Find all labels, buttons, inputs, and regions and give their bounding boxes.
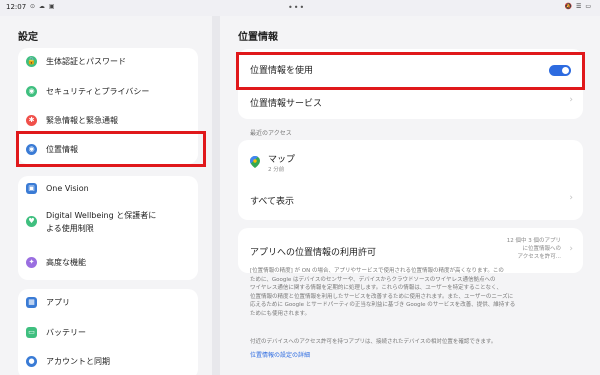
status-right-icons: 🔕 ☰ ▭: [564, 3, 592, 10]
settings-item-apps[interactable]: ▦ アプリ: [26, 296, 192, 309]
settings-item-label-line1: Digital Wellbeing と保護者に: [46, 211, 157, 220]
settings-item-one-vision[interactable]: ▣ One Vision: [26, 182, 192, 195]
asterisk-icon: ✱: [26, 115, 37, 126]
settings-item-label: アカウントと同期: [46, 357, 110, 366]
app-permission-summary-line3: アクセスを許可...: [517, 254, 561, 260]
battery-icon: ▭: [26, 327, 37, 338]
description-line: ためにも使用されます。: [250, 310, 310, 317]
app-permission-summary: 12 個中 3 個のアプリ に位置情報への アクセスを許可...: [507, 237, 561, 261]
settings-item-label: バッテリー: [46, 328, 86, 337]
location-accuracy-description: [位置情報の精度] が ON の場合、アプリやサービスで使用される位置情報の精度…: [250, 267, 570, 318]
settings-item-advanced[interactable]: ✦ 高度な機能: [26, 256, 192, 269]
description-line: 応えるために Google とサードパーティの正当な利益に基づき Google …: [250, 302, 516, 308]
description-line: [位置情報の精度] が ON の場合、アプリやサービスで使用される位置情報の精度…: [250, 268, 504, 274]
app-permission-summary-line1: 12 個中 3 個のアプリ: [506, 238, 561, 244]
recent-app-time: 2 分前: [268, 167, 285, 173]
app-permission-label: アプリへの位置情報の利用許可: [250, 248, 377, 258]
settings-group-apps: ▦ アプリ ▭ バッテリー ● アカウントと同期: [18, 289, 198, 375]
pane-divider: [212, 16, 220, 375]
location-settings-link[interactable]: 位置情報の設定の詳細: [250, 350, 310, 359]
settings-item-label: 生体認証とパスワード: [46, 57, 126, 66]
description-line: ワイヤレス通信に関する情報を定期的に処理します。これらの情報は、ユーザーを特定す…: [250, 285, 503, 291]
settings-item-label: 高度な機能: [46, 258, 86, 267]
lock-icon: 🔒: [26, 56, 37, 67]
settings-item-label: セキュリティとプライバシー: [46, 87, 150, 96]
shield-icon: ◉: [26, 86, 37, 97]
status-left-icons: ⊙ ☁ ▣: [30, 3, 56, 10]
settings-item-emergency[interactable]: ✱ 緊急情報と緊急通報: [26, 114, 192, 127]
chevron-right-icon: ›: [569, 95, 573, 105]
one-vision-icon: ▣: [26, 183, 37, 194]
maps-pin-icon: [250, 153, 260, 168]
status-bar: 12:07 ⊙ ☁ ▣ ••• 🔕 ☰ ▭: [0, 0, 600, 16]
highlight-box-use-location: [236, 52, 585, 90]
nearby-devices-note: 付近のデバイスへのアクセス許可を持つアプリは、接続されたデバイスの相対位置を確認…: [250, 339, 497, 345]
settings-item-label: アプリ: [46, 298, 70, 307]
settings-item-label: 緊急情報と緊急通報: [46, 116, 118, 125]
wellbeing-icon: ♥: [26, 216, 37, 227]
apps-icon: ▦: [26, 297, 37, 308]
show-all-label: すべて表示: [250, 197, 295, 207]
settings-title: 設定: [18, 32, 38, 43]
settings-item-security-privacy[interactable]: ◉ セキュリティとプライバシー: [26, 85, 192, 98]
description-line: ために、Google はデバイスのセンサーや、デバイスからクラウドソースのワイヤ…: [250, 276, 496, 283]
description-line: 位置情報の精度と位置情報を利用したサービスを改善するために使用されます。また、ユ…: [250, 293, 514, 300]
account-icon: ●: [26, 356, 37, 367]
settings-item-accounts[interactable]: ● アカウントと同期: [26, 355, 192, 368]
recent-access-card: マップ 2 分前 すべて表示 ›: [238, 140, 583, 220]
highlight-box-location-item: [16, 131, 206, 167]
settings-item-battery[interactable]: ▭ バッテリー: [26, 326, 192, 339]
more-dots-icon[interactable]: •••: [288, 3, 305, 12]
chevron-right-icon: ›: [569, 193, 573, 203]
recent-app-name: マップ: [268, 155, 296, 165]
settings-item-label-line2: よる使用制限: [46, 224, 94, 233]
recent-app-row[interactable]: マップ 2 分前: [238, 140, 583, 182]
recent-access-caption: 最近のアクセス: [250, 130, 292, 137]
settings-item-label-wrap: Digital Wellbeing と保護者に よる使用制限: [46, 209, 156, 235]
advanced-icon: ✦: [26, 257, 37, 268]
settings-item-label: One Vision: [46, 184, 89, 193]
app-permission-summary-line2: に位置情報への: [522, 246, 561, 252]
show-all-row[interactable]: すべて表示 ›: [238, 182, 583, 220]
settings-item-digital-wellbeing[interactable]: ♥ Digital Wellbeing と保護者に よる使用制限: [26, 209, 192, 235]
settings-sidebar: 設定 🔒 生体認証とパスワード ◉ セキュリティとプライバシー ✱ 緊急情報と緊…: [0, 16, 212, 375]
status-time: 12:07: [6, 3, 27, 11]
settings-item-biometrics[interactable]: 🔒 生体認証とパスワード: [26, 55, 192, 68]
settings-group-features: ▣ One Vision ♥ Digital Wellbeing と保護者に よ…: [18, 176, 198, 280]
location-services-label: 位置情報サービス: [250, 99, 323, 109]
location-services-row[interactable]: 位置情報サービス ›: [238, 85, 583, 119]
chevron-right-icon: ›: [569, 244, 573, 254]
page-title: 位置情報: [238, 32, 278, 43]
